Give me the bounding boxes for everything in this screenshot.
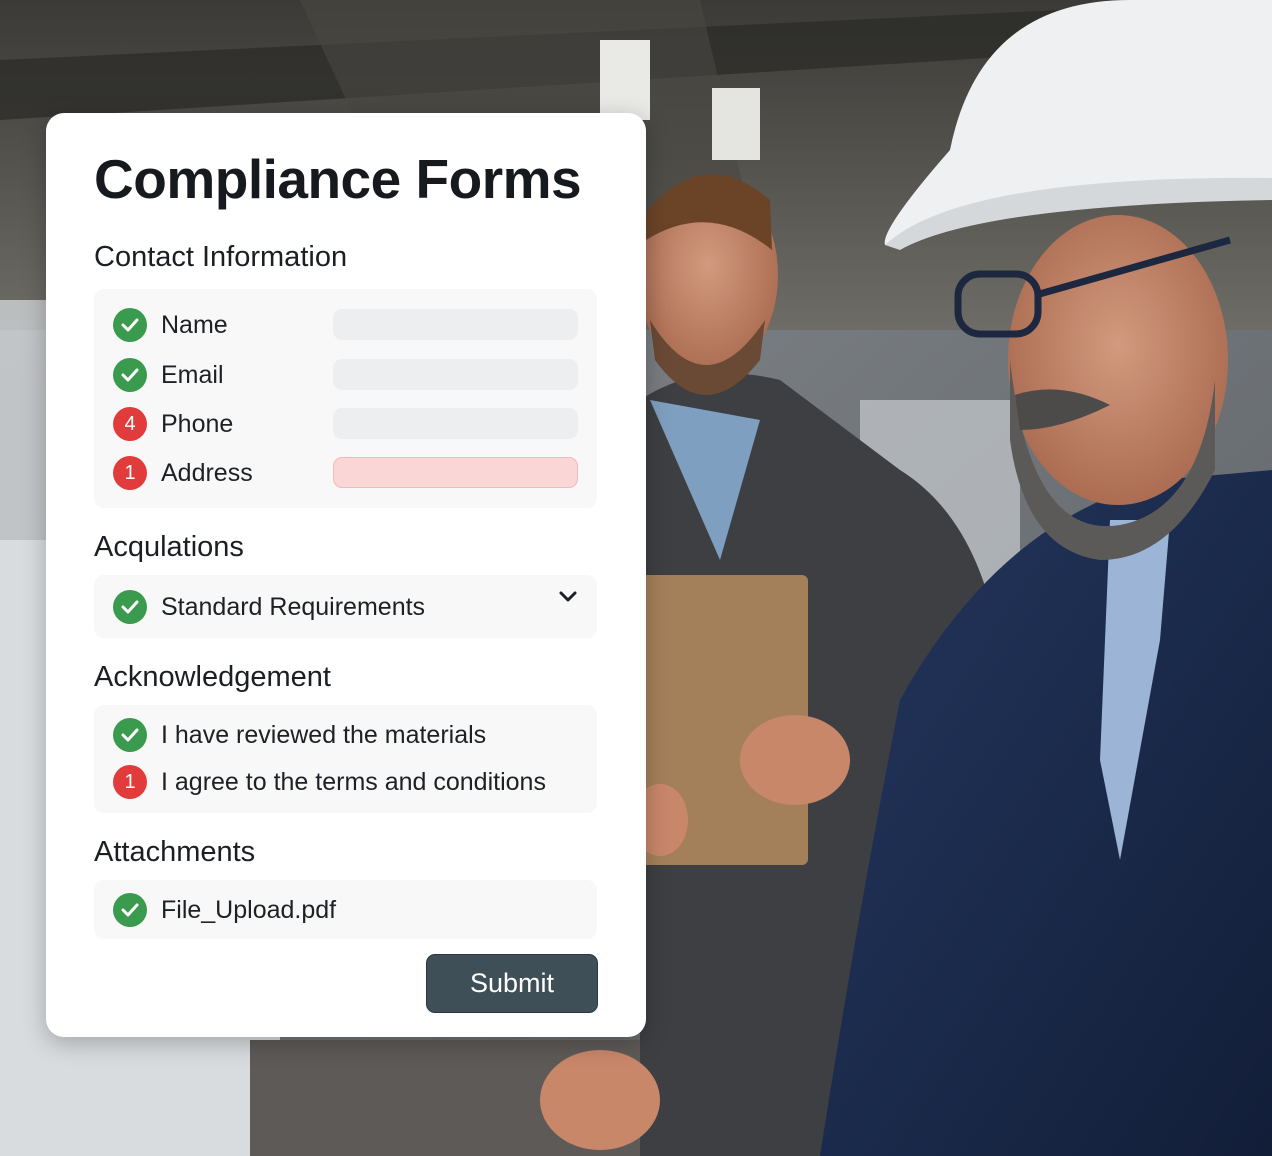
check-circle-icon [113, 308, 147, 342]
contact-row-phone: 4 Phone [94, 404, 597, 444]
acknowledgement-label: I agree to the terms and conditions [161, 768, 546, 796]
phone-label: Phone [161, 410, 234, 438]
requirements-dropdown[interactable]: Standard Requirements [94, 575, 597, 638]
dropdown-selected-row: Standard Requirements [94, 587, 597, 627]
contact-row-email: Email [94, 355, 597, 395]
section-heading-contact: Contact Information [94, 241, 348, 273]
check-circle-icon [113, 893, 147, 927]
section-heading-acknowledgement: Acknowledgement [94, 661, 331, 693]
acknowledgement-panel: I have reviewed the materials 1 I agree … [94, 705, 597, 813]
acknowledgement-item-terms[interactable]: 1 I agree to the terms and conditions [94, 762, 597, 802]
compliance-form-card: Compliance Forms Contact Information Nam… [46, 113, 646, 1037]
error-count-badge: 1 [113, 765, 147, 799]
acknowledgement-label: I have reviewed the materials [161, 721, 487, 749]
address-label: Address [161, 459, 253, 487]
error-count-badge: 4 [113, 407, 147, 441]
contact-panel: Name Email 4 Phone 1 Address [94, 289, 597, 508]
name-label: Name [161, 311, 228, 339]
attachments-panel: File_Upload.pdf [94, 880, 597, 939]
address-field[interactable] [333, 457, 578, 488]
contact-row-name: Name [94, 305, 597, 345]
attachment-filename: File_Upload.pdf [161, 896, 337, 924]
submit-button[interactable]: Submit [426, 954, 598, 1013]
name-field[interactable] [333, 309, 578, 340]
email-label: Email [161, 361, 224, 389]
attachment-file-row[interactable]: File_Upload.pdf [94, 890, 597, 930]
section-heading-attachments: Attachments [94, 836, 256, 868]
check-circle-icon [113, 358, 147, 392]
page-title: Compliance Forms [94, 148, 582, 210]
acknowledgement-item-reviewed[interactable]: I have reviewed the materials [94, 715, 597, 755]
email-field[interactable] [333, 359, 578, 390]
error-count-badge: 1 [113, 456, 147, 490]
contact-row-address: 1 Address [94, 453, 597, 493]
check-circle-icon [113, 718, 147, 752]
check-circle-icon [113, 590, 147, 624]
chevron-down-icon[interactable] [557, 585, 579, 607]
dropdown-selected-value: Standard Requirements [161, 593, 426, 621]
section-heading-acqulations: Acqulations [94, 531, 244, 563]
phone-field[interactable] [333, 408, 578, 439]
